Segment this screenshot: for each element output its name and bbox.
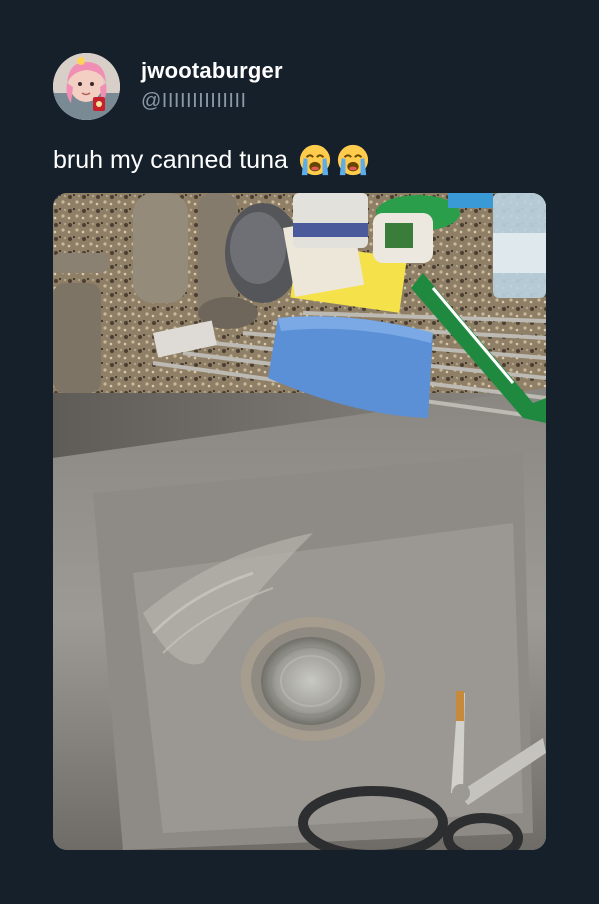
avatar[interactable] xyxy=(53,53,120,120)
tweet-card: jwootaburger @IIIIIIIIIIIIII bruh my can… xyxy=(0,0,599,904)
kitchen-sink-photo xyxy=(53,193,546,850)
loudly-crying-face-icon xyxy=(299,144,331,176)
loudly-crying-face-icon xyxy=(337,144,369,176)
sink-drain xyxy=(241,617,385,741)
tweet-text: bruh my canned tuna xyxy=(53,145,288,174)
display-name[interactable]: jwootaburger xyxy=(141,58,283,84)
tweet-photo[interactable] xyxy=(53,193,546,850)
user-handle[interactable]: @IIIIIIIIIIIIII xyxy=(141,90,247,113)
can xyxy=(293,193,368,248)
avatar-image xyxy=(53,53,120,120)
tweet-text-row: bruh my canned tuna xyxy=(53,140,370,180)
